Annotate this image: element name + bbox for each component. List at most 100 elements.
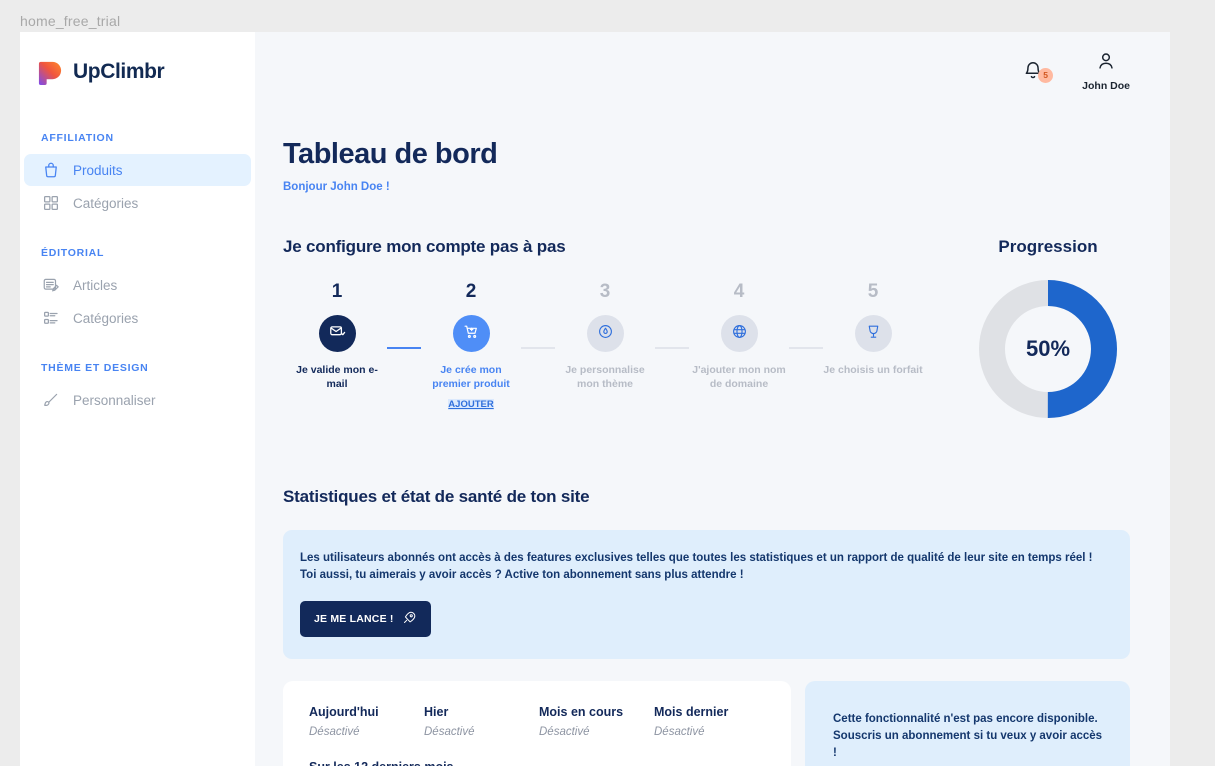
info-line-1: Cette fonctionnalité n'est pas encore di… bbox=[833, 713, 1098, 725]
sidebar-item-label: Articles bbox=[73, 277, 118, 293]
main-content: 5 John Doe Tableau de bord Bonjour John … bbox=[255, 32, 1170, 766]
notifications-button[interactable]: 5 bbox=[1022, 56, 1054, 87]
kpi-label: Aujourd'hui bbox=[309, 705, 379, 719]
sidebar-item-articles[interactable]: Articles bbox=[24, 269, 251, 301]
sidebar-heading-affiliation: AFFILIATION bbox=[41, 132, 114, 144]
step-label: Je crée mon premier produit bbox=[432, 364, 510, 390]
user-menu[interactable]: John Doe bbox=[1082, 50, 1130, 92]
sidebar-section-affiliation: AFFILIATION Produits Catégories bbox=[20, 132, 255, 219]
mail-check-icon bbox=[329, 323, 346, 345]
progression-section: Progression 50% bbox=[923, 237, 1170, 419]
step-connector-2-3 bbox=[521, 347, 555, 349]
chart-title: Sur les 12 derniers mois bbox=[309, 760, 769, 766]
user-icon bbox=[1095, 50, 1117, 77]
topbar: 5 John Doe bbox=[255, 32, 1170, 110]
browser-tab-label: home_free_trial bbox=[20, 13, 121, 29]
info-line-2: Souscris un abonnement si tu veux y avoi… bbox=[833, 730, 1103, 759]
trophy-icon bbox=[865, 323, 882, 345]
step-connector-3-4 bbox=[655, 347, 689, 349]
sidebar-item-personnaliser[interactable]: Personnaliser bbox=[24, 384, 251, 416]
kpi-value: Désactivé bbox=[539, 726, 590, 738]
brand-logo[interactable]: UpClimbr bbox=[20, 32, 255, 85]
sidebar-item-produits[interactable]: Produits bbox=[24, 154, 251, 186]
kpi-value: Désactivé bbox=[654, 726, 705, 738]
kpi-label: Mois dernier bbox=[654, 705, 729, 719]
promo-banner: Les utilisateurs abonnés ont accès à des… bbox=[283, 530, 1130, 659]
step-4[interactable]: 4 J'ajouter mon nom de domaine bbox=[689, 281, 789, 391]
sidebar-item-label: Produits bbox=[73, 162, 123, 178]
bottom-cards-row: Aujourd'hui Désactivé Hier Désactivé Moi… bbox=[283, 681, 1130, 766]
sidebar-item-label: Catégories bbox=[73, 195, 139, 211]
app-frame: UpClimbr AFFILIATION Produits Catégories… bbox=[20, 32, 1170, 766]
cart-plus-icon bbox=[463, 323, 480, 345]
content-area: Tableau de bord Bonjour John Doe ! Je co… bbox=[255, 138, 1170, 766]
grid-icon bbox=[41, 194, 60, 213]
brush-icon bbox=[41, 391, 60, 410]
paint-icon bbox=[597, 323, 614, 345]
cta-label: JE ME LANCE ! bbox=[314, 613, 394, 625]
kpi-row: Aujourd'hui Désactivé Hier Désactivé Moi… bbox=[309, 705, 769, 738]
sidebar-item-label: Personnaliser bbox=[73, 392, 156, 408]
sidebar-heading-theme: THÈME ET DESIGN bbox=[41, 362, 149, 374]
sidebar-heading-editorial: ÉDITORIAL bbox=[41, 247, 105, 259]
step-number: 4 bbox=[733, 281, 745, 302]
sidebar-section-editorial: ÉDITORIAL Articles Catégories bbox=[20, 247, 255, 334]
setup-progress-row: Je configure mon compte pas à pas 1 Je v… bbox=[283, 237, 1130, 419]
step-2-circle[interactable] bbox=[452, 315, 490, 352]
setup-title: Je configure mon compte pas à pas bbox=[283, 237, 566, 256]
step-number: 2 bbox=[465, 281, 477, 302]
step-1[interactable]: 1 Je valide mon e-mail bbox=[287, 281, 387, 391]
kpi-value: Désactivé bbox=[309, 726, 360, 738]
kpi-yesterday: Hier Désactivé bbox=[424, 705, 539, 738]
sidebar-item-categories-editorial[interactable]: Catégories bbox=[24, 302, 251, 334]
sidebar-section-theme: THÈME ET DESIGN Personnaliser bbox=[20, 362, 255, 416]
step-number: 3 bbox=[599, 281, 611, 302]
sidebar-item-label: Catégories bbox=[73, 310, 139, 326]
progression-percent: 50% bbox=[1025, 336, 1071, 361]
progression-donut: 50% bbox=[978, 279, 1118, 419]
progression-title: Progression bbox=[998, 237, 1098, 256]
page-title: Tableau de bord bbox=[283, 138, 498, 170]
kpi-label: Mois en cours bbox=[539, 705, 624, 719]
promo-line-1: Les utilisateurs abonnés ont accès à des… bbox=[300, 552, 1093, 564]
step-3[interactable]: 3 Je personnalise mon thème bbox=[555, 281, 655, 391]
sidebar: UpClimbr AFFILIATION Produits Catégories… bbox=[20, 32, 255, 766]
kpi-value: Désactivé bbox=[424, 726, 475, 738]
kpi-label: Hier bbox=[424, 705, 449, 719]
step-label: J'ajouter mon nom de domaine bbox=[692, 364, 786, 390]
subscribe-cta-button[interactable]: JE ME LANCE ! bbox=[300, 601, 431, 637]
setup-stepper: 1 Je valide mon e-mail 2 Je crée mon pre… bbox=[283, 281, 923, 412]
promo-line-2: Toi aussi, tu aimerais y avoir accès ? A… bbox=[300, 569, 744, 581]
step-label: Je personnalise mon thème bbox=[565, 364, 645, 390]
brand-name: UpClimbr bbox=[73, 59, 165, 83]
step-label: Je valide mon e-mail bbox=[296, 364, 378, 390]
step-number: 5 bbox=[867, 281, 879, 302]
rocket-icon bbox=[402, 610, 417, 628]
step-4-circle[interactable] bbox=[720, 315, 758, 352]
step-2-action-link[interactable]: AJOUTER bbox=[448, 399, 494, 410]
step-5-circle[interactable] bbox=[854, 315, 892, 352]
kpi-card: Aujourd'hui Désactivé Hier Désactivé Moi… bbox=[283, 681, 791, 766]
sidebar-item-categories-affiliation[interactable]: Catégories bbox=[24, 187, 251, 219]
bag-icon bbox=[41, 161, 60, 180]
step-3-circle[interactable] bbox=[586, 315, 624, 352]
step-2[interactable]: 2 Je crée mon premier produit AJOUTER bbox=[421, 281, 521, 412]
upclimbr-logo-icon bbox=[37, 58, 64, 85]
step-5[interactable]: 5 Je choisis un forfait bbox=[823, 281, 923, 377]
step-label: Je choisis un forfait bbox=[823, 364, 923, 376]
step-connector-1-2 bbox=[387, 347, 421, 349]
user-name: John Doe bbox=[1082, 80, 1130, 92]
globe-icon bbox=[731, 323, 748, 345]
step-connector-4-5 bbox=[789, 347, 823, 349]
notification-badge: 5 bbox=[1038, 67, 1054, 83]
step-1-circle[interactable] bbox=[318, 315, 356, 352]
greeting-text: Bonjour John Doe ! bbox=[283, 181, 390, 193]
article-edit-icon bbox=[41, 276, 60, 295]
setup-section: Je configure mon compte pas à pas 1 Je v… bbox=[283, 237, 923, 419]
kpi-current-month: Mois en cours Désactivé bbox=[539, 705, 654, 738]
kpi-today: Aujourd'hui Désactivé bbox=[309, 705, 424, 738]
list-icon bbox=[41, 309, 60, 328]
stats-title: Statistiques et état de santé de ton sit… bbox=[283, 487, 590, 506]
step-number: 1 bbox=[331, 281, 343, 302]
